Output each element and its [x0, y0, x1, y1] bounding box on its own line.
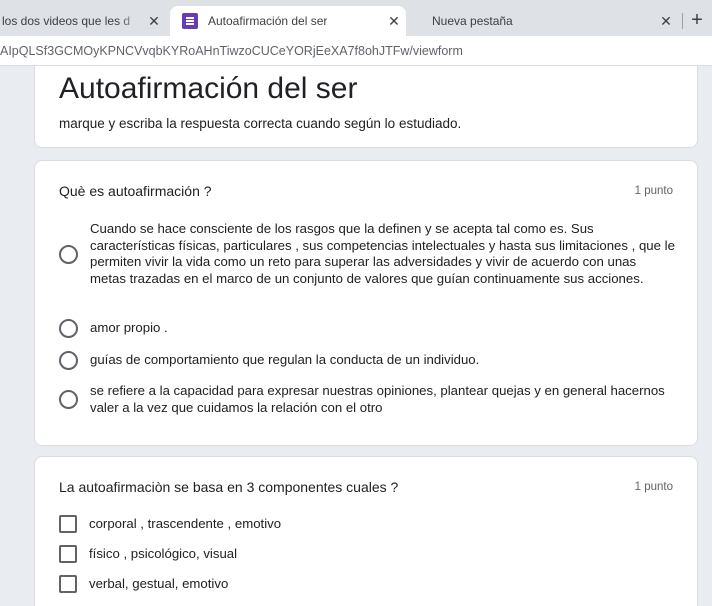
url-text[interactable]: AIpQLSf3GCMOyKPNCVvqbKYRoAHnTiwzoCUCeYOR… [0, 44, 463, 58]
option-label: se refiere a la capacidad para expresar … [90, 383, 665, 415]
radio-option[interactable]: se refiere a la capacidad para expresar … [59, 383, 675, 416]
radio-option[interactable]: Cuando se hace consciente de los rasgos … [59, 221, 675, 287]
form-title: Autoafirmación del ser [59, 72, 358, 105]
tab-title: Autoafirmación del ser [208, 14, 328, 28]
radio-option[interactable]: amor propio . [59, 319, 168, 338]
tab-nueva-pestana[interactable]: Nueva pestaña ✕ [420, 6, 678, 36]
radio-option[interactable]: guías de comportamiento que regulan la c… [59, 351, 479, 370]
checkbox[interactable] [59, 545, 77, 563]
checkbox-option[interactable]: corporal , trascendente , emotivo [59, 515, 281, 533]
option-label: amor propio . [90, 320, 168, 336]
close-tab-icon[interactable]: ✕ [658, 13, 674, 29]
option-label: físico , psicológico, visual [89, 545, 238, 561]
question-title: Què es autoafirmación ? [59, 183, 212, 199]
radio-button[interactable] [59, 351, 78, 370]
radio-button[interactable] [59, 390, 78, 409]
forms-icon [182, 13, 198, 29]
browser-tab-strip: los dos videos que les d ✕ Autoafirmació… [0, 0, 712, 36]
tab-autoafirmacion[interactable]: Autoafirmación del ser ✕ [170, 6, 406, 36]
new-tab-icon[interactable]: + [686, 9, 708, 31]
tab-divider [682, 13, 683, 29]
radio-button[interactable] [59, 244, 78, 264]
checkbox[interactable] [59, 575, 77, 593]
option-label: guías de comportamiento que regulan la c… [90, 352, 480, 368]
close-tab-icon[interactable]: ✕ [386, 13, 402, 29]
close-tab-icon[interactable]: ✕ [146, 13, 162, 29]
checkbox[interactable] [59, 515, 77, 533]
checkbox-option[interactable]: verbal, gestual, emotivo [59, 575, 228, 593]
checkbox-option[interactable]: físico , psicológico, visual [59, 545, 237, 563]
question-card: La autoafirmaciòn se basa en 3 component… [34, 456, 698, 606]
address-bar[interactable]: AIpQLSf3GCMOyKPNCVvqbKYRoAHnTiwzoCUCeYOR… [0, 36, 712, 66]
option-label: verbal, gestual, emotivo [89, 575, 229, 591]
question-points: 1 punto [634, 185, 673, 197]
option-label: Cuando se hace consciente de los rasgos … [90, 221, 675, 286]
tab-title: Nueva pestaña [432, 14, 513, 28]
question-card: Què es autoafirmación ? 1 punto Cuando s… [34, 160, 698, 446]
radio-button[interactable] [59, 319, 78, 338]
question-points: 1 punto [634, 481, 673, 493]
form-description: marque y escriba la respuesta correcta c… [59, 116, 462, 131]
tab-title: los dos videos que les d [2, 14, 131, 28]
form-header-card: Autoafirmación del ser marque y escriba … [34, 66, 698, 148]
tab-videos[interactable]: los dos videos que les d ✕ [0, 6, 168, 36]
option-label: corporal , trascendente , emotivo [89, 515, 282, 531]
question-title: La autoafirmaciòn se basa en 3 component… [59, 479, 399, 495]
